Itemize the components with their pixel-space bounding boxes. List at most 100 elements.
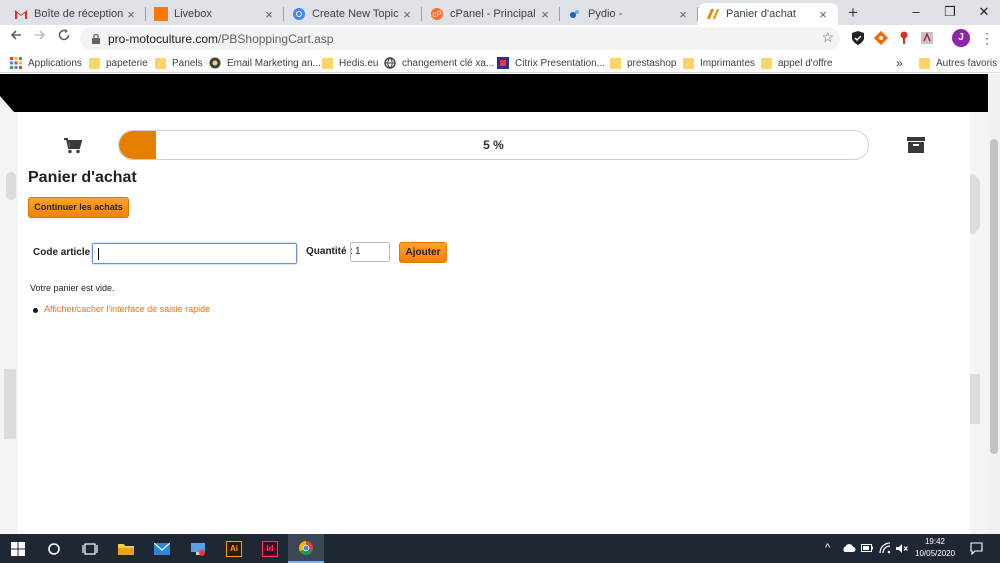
bookmark-hedis[interactable]: Hedis.eu bbox=[322, 55, 378, 71]
shield-extension-icon[interactable] bbox=[850, 30, 866, 46]
pin-extension-icon[interactable] bbox=[896, 30, 912, 46]
gmail-icon bbox=[15, 10, 27, 19]
volume-muted-icon[interactable] bbox=[896, 543, 908, 554]
new-tab-button[interactable]: + bbox=[843, 3, 863, 23]
notification-icon[interactable] bbox=[970, 542, 983, 555]
system-clock[interactable]: 19:42 10/05/2020 bbox=[915, 536, 955, 560]
reload-button[interactable] bbox=[54, 28, 74, 48]
start-button[interactable] bbox=[0, 534, 36, 563]
wifi-icon[interactable] bbox=[879, 542, 891, 554]
forward-button[interactable] bbox=[30, 28, 50, 48]
profile-avatar[interactable]: J bbox=[952, 29, 970, 47]
cart-icon bbox=[64, 138, 82, 154]
tab-strip: Boîte de réception (8) - × Livebox × Cre… bbox=[0, 0, 1000, 25]
tab-title: Pydio - bbox=[588, 8, 623, 20]
mail-icon bbox=[154, 542, 170, 555]
bookmarks-bar: Applications papeterie Panels Email Mark… bbox=[0, 52, 1000, 73]
url-host: pro-motoculture.com bbox=[108, 31, 219, 46]
bookmark-label: prestashop bbox=[627, 57, 677, 69]
vertical-scrollbar[interactable] bbox=[988, 74, 1000, 534]
address-bar[interactable]: pro-motoculture.com/PBShoppingCart.asp ☆ bbox=[80, 27, 840, 50]
pdf-extension-icon[interactable] bbox=[919, 30, 935, 46]
toggle-quick-entry-link[interactable]: Afficher/cacher l'interface de saisie ra… bbox=[44, 304, 210, 314]
tab-cpanel[interactable]: cP cPanel - Principal × bbox=[422, 3, 560, 25]
windows-taskbar: Ai Id ^ 19:42 10/05/2020 bbox=[0, 534, 1000, 563]
battery-icon[interactable] bbox=[861, 544, 873, 552]
tray-expand-icon[interactable]: ^ bbox=[825, 542, 830, 554]
illustrator-button[interactable]: Ai bbox=[216, 534, 252, 563]
bookmark-label: Panels bbox=[172, 57, 203, 69]
back-button[interactable] bbox=[6, 28, 26, 48]
star-icon[interactable]: ☆ bbox=[821, 29, 834, 46]
shop-icon bbox=[707, 9, 719, 19]
bookmark-appel-offre[interactable]: appel d'offre bbox=[761, 55, 833, 71]
tab-livebox[interactable]: Livebox × bbox=[146, 3, 284, 25]
bookmark-applications[interactable]: Applications bbox=[10, 55, 82, 71]
close-icon[interactable]: × bbox=[676, 7, 690, 22]
minimize-button[interactable]: – bbox=[898, 0, 934, 25]
bookmark-label: papeterie bbox=[106, 57, 148, 69]
close-icon[interactable]: × bbox=[400, 7, 414, 22]
bookmark-citrix[interactable]: Citrix Presentation... bbox=[497, 55, 605, 71]
menu-icon[interactable]: ⋮ bbox=[980, 29, 994, 47]
bookmark-label: appel d'offre bbox=[778, 57, 833, 69]
close-icon[interactable]: × bbox=[538, 7, 552, 22]
background-decoration bbox=[6, 172, 16, 200]
code-article-input[interactable] bbox=[92, 243, 297, 264]
tab-create-topic[interactable]: Create New Topic - Pres × bbox=[284, 3, 422, 25]
lock-icon bbox=[92, 33, 100, 44]
apps-grid-icon bbox=[10, 57, 22, 69]
close-icon[interactable]: × bbox=[262, 7, 276, 22]
file-explorer-button[interactable] bbox=[108, 534, 144, 563]
task-view-button[interactable] bbox=[72, 534, 108, 563]
pydio-icon bbox=[570, 10, 579, 18]
cortana-circle-icon bbox=[48, 542, 60, 555]
remote-desktop-button[interactable] bbox=[180, 534, 216, 563]
restore-button[interactable]: ❐ bbox=[932, 0, 968, 25]
tab-gmail[interactable]: Boîte de réception (8) - × bbox=[6, 3, 146, 25]
archive-icon[interactable] bbox=[907, 137, 925, 153]
close-icon[interactable]: × bbox=[816, 7, 830, 22]
bookmark-panels[interactable]: Panels bbox=[155, 55, 203, 71]
bookmark-other-favorites[interactable]: Autres favoris bbox=[919, 55, 997, 71]
tab-panier-achat[interactable]: Panier d'achat × bbox=[698, 3, 838, 25]
folder-icon bbox=[118, 543, 134, 555]
continue-shopping-button[interactable]: Continuer les achats bbox=[28, 197, 129, 218]
mailchimp-icon bbox=[209, 57, 221, 69]
quantity-input[interactable]: 1 bbox=[350, 242, 390, 262]
folder-icon bbox=[89, 57, 100, 69]
diamond-extension-icon[interactable] bbox=[873, 30, 889, 46]
page-title: Panier d'achat bbox=[28, 169, 137, 186]
tab-title: Boîte de réception (8) - bbox=[34, 8, 124, 20]
progress-label: 5 % bbox=[483, 138, 504, 152]
windows-logo-icon bbox=[11, 541, 25, 556]
search-button[interactable] bbox=[36, 534, 72, 563]
onedrive-cloud-icon[interactable] bbox=[842, 544, 856, 553]
tab-pydio[interactable]: Pydio - × bbox=[560, 3, 698, 25]
indesign-button[interactable]: Id bbox=[252, 534, 288, 563]
bookmark-prestashop[interactable]: prestashop bbox=[610, 55, 676, 71]
chrome-taskbar-button[interactable] bbox=[288, 534, 324, 563]
bookmark-changement-cle[interactable]: changement clé xa... bbox=[384, 55, 494, 71]
add-button[interactable]: Ajouter bbox=[399, 242, 447, 263]
chrome-icon bbox=[293, 8, 305, 20]
bookmark-imprimantes[interactable]: Imprimantes bbox=[683, 55, 755, 71]
mail-button[interactable] bbox=[144, 534, 180, 563]
folder-icon bbox=[155, 57, 166, 69]
remote-desktop-icon bbox=[191, 542, 205, 556]
background-decoration bbox=[970, 174, 980, 234]
indesign-icon: Id bbox=[262, 540, 278, 557]
bookmark-papeterie[interactable]: papeterie bbox=[89, 55, 148, 71]
background-decoration bbox=[4, 369, 16, 439]
tab-title: cPanel - Principal bbox=[450, 8, 536, 20]
site-header-bar bbox=[0, 74, 988, 112]
bookmarks-overflow-button[interactable]: » bbox=[896, 55, 903, 71]
clock-time: 19:42 bbox=[924, 537, 946, 546]
folder-icon bbox=[610, 57, 621, 69]
close-window-button[interactable]: ✕ bbox=[966, 0, 1000, 25]
close-icon[interactable]: × bbox=[124, 7, 138, 22]
bookmark-label: changement clé xa... bbox=[402, 57, 495, 69]
scrollbar-thumb[interactable] bbox=[990, 139, 998, 454]
arrow-left-icon bbox=[10, 30, 21, 40]
bookmark-email-marketing[interactable]: Email Marketing an... bbox=[209, 55, 321, 71]
